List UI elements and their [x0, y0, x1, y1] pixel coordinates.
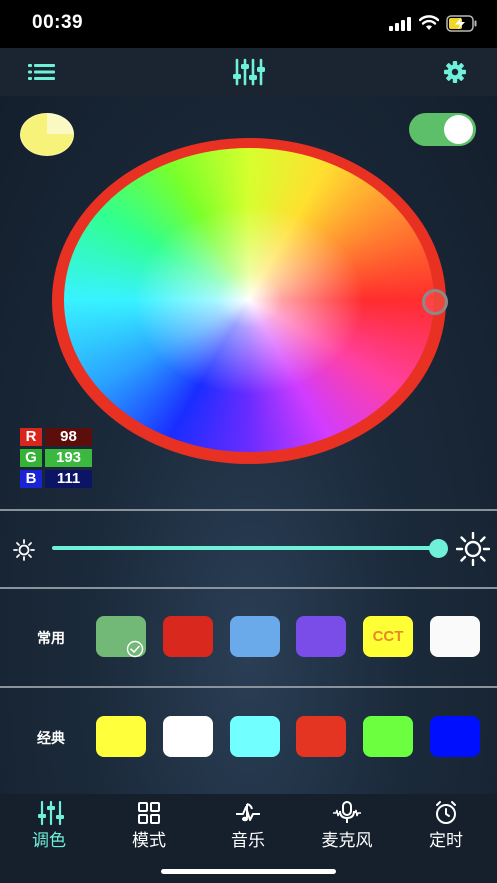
preset-swatch-classic[interactable] [296, 716, 346, 757]
preset-swatch-common[interactable] [296, 616, 346, 657]
top-toolbar [0, 48, 497, 97]
preset-swatch-classic[interactable] [163, 716, 213, 757]
preset-swatch-classic[interactable] [230, 716, 280, 757]
preset-swatch-common[interactable] [230, 616, 280, 657]
red-key: R [20, 428, 42, 446]
tab-microphone[interactable]: 麦克风 [302, 798, 392, 851]
grid-icon [138, 802, 160, 824]
tab-label: 模式 [132, 831, 166, 851]
tab-label: 麦克风 [321, 831, 373, 851]
power-toggle[interactable] [409, 113, 476, 146]
tab-color[interactable]: 调色 [4, 798, 94, 851]
cct-label: CCT [372, 628, 404, 645]
home-indicator[interactable] [161, 869, 336, 874]
wifi-icon [419, 15, 439, 30]
music-note-icon [236, 803, 260, 822]
microphone-icon [333, 801, 361, 823]
blue-value: 111 [45, 470, 92, 488]
check-circle-icon [126, 640, 144, 658]
tab-label: 调色 [32, 831, 66, 851]
preset-swatch-cct[interactable]: CCT [363, 616, 413, 657]
tab-mode[interactable]: 模式 [104, 798, 194, 851]
preset-swatch-common[interactable] [430, 616, 480, 657]
battery-charging-icon [446, 15, 477, 32]
brightness-slider-thumb[interactable] [428, 539, 448, 558]
tab-label: 定时 [429, 831, 463, 851]
signal-icon [389, 17, 411, 31]
tab-timer[interactable]: 定时 [401, 798, 491, 851]
preset-swatch-classic[interactable] [430, 716, 480, 757]
tab-label: 音乐 [231, 831, 265, 851]
list-icon[interactable] [28, 63, 55, 81]
sun-small-icon [13, 539, 35, 561]
status-time: 00:39 [32, 12, 84, 33]
status-bar: 00:39 [0, 0, 497, 48]
equalizer-sliders-icon[interactable] [233, 58, 265, 86]
gear-icon[interactable] [444, 61, 466, 83]
common-presets-label: 常用 [37, 631, 65, 647]
blue-key: B [20, 470, 42, 488]
preset-swatch-classic[interactable] [363, 716, 413, 757]
preset-swatch-common[interactable] [96, 616, 146, 658]
divider [0, 686, 497, 688]
preset-swatch-classic[interactable] [96, 716, 146, 757]
classic-presets-label: 经典 [37, 731, 65, 747]
color-wheel-handle[interactable] [422, 289, 448, 315]
color-wheel[interactable] [64, 148, 434, 452]
brightness-slider-track[interactable] [52, 546, 438, 550]
sun-large-icon [456, 532, 490, 566]
preset-swatch-common[interactable] [163, 616, 213, 657]
divider [0, 587, 497, 589]
red-value: 98 [45, 428, 92, 446]
toggle-knob [444, 115, 473, 144]
divider [0, 509, 497, 511]
alarm-clock-icon [436, 801, 456, 824]
sliders-icon [38, 800, 64, 826]
tab-music[interactable]: 音乐 [203, 798, 293, 851]
green-value: 193 [45, 449, 92, 467]
green-key: G [20, 449, 42, 467]
